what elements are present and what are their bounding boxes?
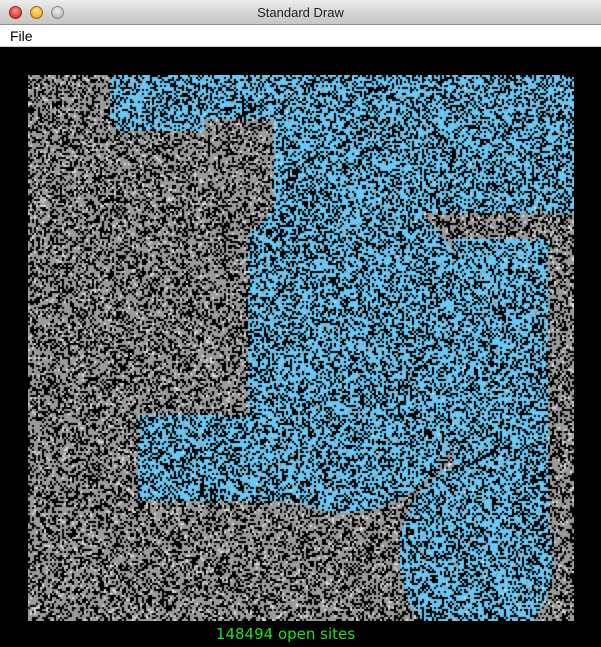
title-bar[interactable]: Standard Draw [0, 0, 601, 25]
menu-bar: File [0, 25, 601, 47]
open-sites-status: 148494 open sites [215, 625, 356, 643]
menu-file[interactable]: File [10, 28, 33, 44]
percolation-grid [28, 75, 574, 621]
window-title: Standard Draw [257, 5, 344, 20]
standard-draw-window: Standard Draw File 148494 open sites [0, 0, 601, 647]
